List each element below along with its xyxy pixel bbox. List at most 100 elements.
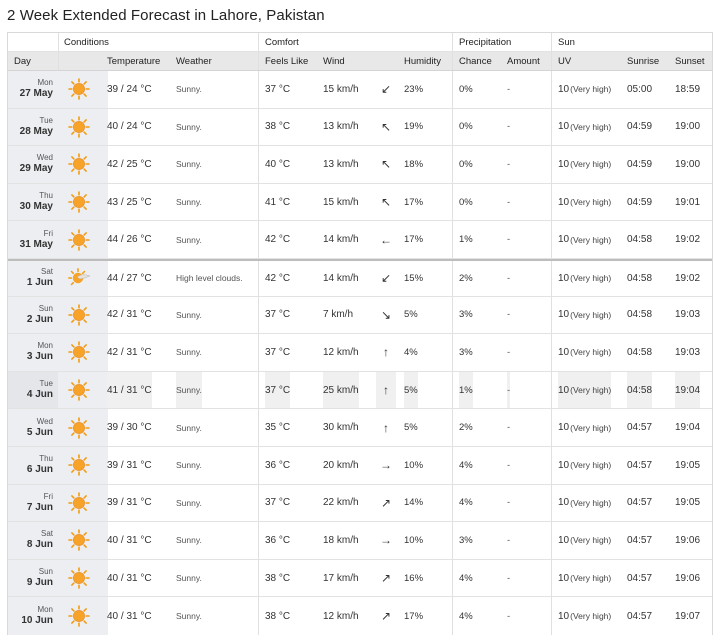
- uv-value: 10: [558, 572, 570, 584]
- day-of-week: Fri: [43, 228, 53, 238]
- wind-direction-icon: ↖: [380, 195, 392, 210]
- day-of-week: Tue: [39, 115, 54, 125]
- weather-cell: Sunny.: [176, 422, 202, 433]
- wind-cell: 17 km/h: [323, 572, 359, 584]
- precip-amount-cell: -: [507, 497, 511, 509]
- weather-cell: High level clouds.: [176, 273, 243, 284]
- sunrise-cell: 04:59: [627, 158, 653, 170]
- weather-cell: Sunny.: [176, 497, 202, 508]
- group-header-row: Conditions Comfort Precipitation Sun: [8, 33, 712, 52]
- day-cell: Mon 3 Jun: [8, 334, 58, 371]
- wind-direction-icon: ↘: [380, 307, 392, 322]
- humidity-cell: 17%: [404, 610, 424, 622]
- day-cell: Sun 2 Jun: [8, 296, 58, 334]
- sunset-cell: 19:03: [675, 346, 701, 358]
- humidity-cell: 17%: [404, 234, 424, 246]
- feels-like-cell: 35 °C: [265, 422, 291, 434]
- uv-qualifier: (Very high): [570, 385, 612, 396]
- col-uv: UV: [558, 55, 572, 67]
- day-cell: Fri 7 Jun: [8, 484, 58, 522]
- day-date: 31 May: [19, 238, 53, 250]
- uv-cell: 10 (Very high): [558, 221, 611, 258]
- sunrise-cell: 04:57: [627, 497, 653, 509]
- sunrise-cell: 05:00: [627, 83, 653, 95]
- precip-chance-cell: 0%: [459, 196, 473, 208]
- weather-cell: Sunny.: [176, 347, 202, 358]
- uv-qualifier: (Very high): [570, 460, 612, 471]
- uv-qualifier: (Very high): [570, 273, 612, 284]
- sunny-icon: [58, 334, 108, 371]
- humidity-cell: 23%: [404, 83, 424, 95]
- sunset-cell: 19:04: [675, 422, 701, 434]
- humidity-cell: 10%: [404, 459, 424, 471]
- day-date: 3 Jun: [26, 351, 53, 363]
- day-date: 8 Jun: [26, 539, 53, 551]
- uv-value: 10: [558, 497, 570, 509]
- table-row: Mon 27 May 39 / 24 °C Sunny. 37 °C 15 km/h ↙ 23…: [8, 71, 712, 109]
- day-of-week: Tue: [39, 379, 54, 389]
- sunny-icon: [58, 221, 108, 258]
- day-of-week: Fri: [43, 491, 53, 501]
- wind-direction-icon: ↙: [380, 271, 392, 286]
- day-of-week: Mon: [37, 78, 53, 88]
- humidity-cell: 14%: [404, 497, 424, 509]
- temperature-cell: 42 / 31 °C: [107, 309, 152, 321]
- uv-qualifier: (Very high): [570, 573, 612, 584]
- day-date: 6 Jun: [26, 464, 53, 476]
- group-sun: Sun: [558, 36, 575, 48]
- weather-cell: Sunny.: [176, 371, 202, 409]
- uv-cell: 10 (Very high): [558, 485, 611, 522]
- weather-cell: Sunny.: [176, 159, 202, 170]
- humidity-cell: 10%: [404, 534, 424, 546]
- temperature-cell: 44 / 26 °C: [107, 234, 152, 246]
- uv-qualifier: (Very high): [570, 611, 612, 622]
- col-feels-like: Feels Like: [265, 55, 309, 67]
- day-cell: Fri 31 May: [8, 221, 58, 258]
- uv-value: 10: [558, 83, 570, 95]
- uv-cell: 10 (Very high): [558, 146, 611, 183]
- temperature-cell: 39 / 30 °C: [107, 422, 152, 434]
- temperature-cell: 44 / 27 °C: [107, 272, 152, 284]
- weather-cell: Sunny.: [176, 460, 202, 471]
- uv-qualifier: (Very high): [570, 159, 612, 170]
- uv-cell: 10 (Very high): [558, 334, 611, 371]
- wind-direction-icon: ↑: [383, 345, 389, 360]
- uv-value: 10: [558, 196, 570, 208]
- day-cell: Wed 29 May: [8, 146, 58, 183]
- feels-like-cell: 36 °C: [265, 534, 291, 546]
- sunset-cell: 18:59: [675, 83, 701, 95]
- column-header-row: Day Temperature Weather Feels Like Wind …: [8, 52, 712, 71]
- uv-value: 10: [558, 309, 570, 321]
- temperature-cell: 39 / 31 °C: [107, 459, 152, 471]
- sunny-icon: [58, 108, 108, 146]
- sunset-cell: 19:02: [675, 234, 701, 246]
- precip-amount-cell: -: [507, 309, 511, 321]
- precip-amount-cell: -: [507, 83, 511, 95]
- wind-cell: 20 km/h: [323, 459, 359, 471]
- precip-chance-cell: 3%: [459, 346, 473, 358]
- table-row: Tue 4 Jun 41 / 31 °C Sunny. 37 °C 25 km/h ↑ 5% 1…: [8, 371, 712, 410]
- table-row: Sun 9 Jun 40 / 31 °C Sunny. 38 °C 17 km/h ↗ 16%…: [8, 559, 712, 598]
- col-day: Day: [14, 55, 31, 67]
- temperature-cell: 42 / 25 °C: [107, 158, 152, 170]
- wind-cell: 15 km/h: [323, 83, 359, 95]
- wind-direction-icon: ↑: [383, 420, 389, 435]
- high-clouds-icon: [58, 260, 108, 296]
- wind-direction-icon: →: [380, 458, 392, 473]
- temperature-cell: 39 / 31 °C: [107, 497, 152, 509]
- wind-direction-icon: ↗: [380, 495, 392, 510]
- day-of-week: Mon: [37, 605, 53, 615]
- sunset-cell: 19:04: [675, 371, 701, 409]
- sunrise-cell: 04:57: [627, 422, 653, 434]
- wind-cell: 12 km/h: [323, 346, 359, 358]
- humidity-cell: 5%: [404, 371, 418, 409]
- group-precipitation: Precipitation: [459, 36, 512, 48]
- wind-direction-icon: ↖: [380, 119, 392, 134]
- precip-amount-cell: -: [507, 459, 511, 471]
- day-of-week: Wed: [36, 153, 53, 163]
- feels-like-cell: 37 °C: [265, 83, 291, 95]
- uv-qualifier: (Very high): [570, 347, 612, 358]
- precip-chance-cell: 3%: [459, 534, 473, 546]
- precip-amount-cell: -: [507, 422, 511, 434]
- day-cell: Thu 6 Jun: [8, 446, 58, 484]
